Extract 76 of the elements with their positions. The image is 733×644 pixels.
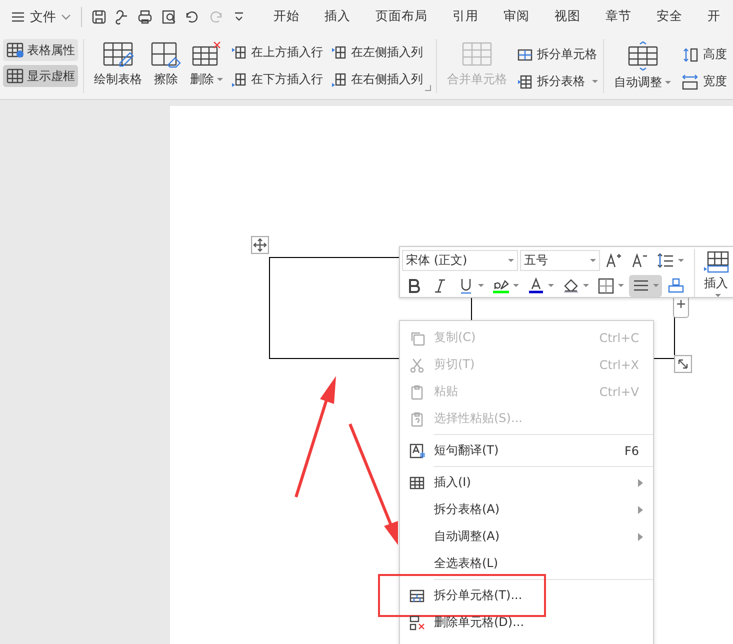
chevron-down-icon [61, 14, 71, 20]
font-color-icon [527, 277, 545, 294]
line-spacing-icon [657, 252, 675, 269]
width-icon [681, 74, 699, 90]
table-icon [461, 41, 493, 68]
save-icon [90, 8, 107, 24]
table-icon [409, 474, 425, 490]
menu-tab[interactable]: 开始 [260, 2, 312, 30]
draw-table-icon [102, 41, 134, 68]
ribbon-button[interactable]: 在左侧插入列 [331, 41, 423, 63]
ribbon-button[interactable]: 在上方插入行 [231, 41, 323, 63]
autofit-table-icon [626, 41, 658, 71]
undo-icon [184, 8, 200, 24]
highlight-icon [492, 277, 510, 294]
shrink-font-icon [631, 252, 649, 269]
plus-icon [676, 299, 686, 309]
insert-table-icon [703, 251, 729, 273]
ribbon-button[interactable]: 在右侧插入列 [331, 68, 423, 90]
translate-icon [409, 442, 425, 458]
copy-icon [409, 330, 425, 346]
menu-tab[interactable]: 插入 [312, 2, 363, 30]
add-column-button[interactable] [673, 296, 689, 318]
menu-icon [11, 10, 25, 22]
menu-tab[interactable]: 引用 [440, 2, 491, 30]
ribbon-button[interactable]: 拆分单元格 [517, 44, 598, 66]
menu-tab[interactable]: 页面布局 [362, 2, 440, 30]
insert-column-icon [331, 71, 347, 87]
ribbon-button[interactable]: 绘制表格 [90, 35, 146, 99]
font-dropdown[interactable]: 宋体 (正文) [402, 250, 518, 271]
scissors-icon [409, 356, 425, 372]
menu-tab[interactable]: 安全 [644, 2, 695, 30]
font-size-dropdown[interactable]: 五号 [520, 250, 600, 271]
menu-item[interactable]: 自动调整(A) [400, 523, 653, 550]
ribbon-button[interactable]: 拆分表格 [517, 70, 598, 92]
size-label: 高度 [703, 46, 727, 63]
menu-item[interactable]: 拆分单元格(T)... [400, 582, 653, 609]
autofit-button[interactable]: 自动调整 [610, 35, 675, 99]
print-icon [137, 8, 154, 24]
menu-item[interactable]: 短句翻译(T) F6 [400, 437, 653, 464]
height-icon [681, 46, 699, 62]
split-cells-icon [409, 588, 425, 604]
print-preview-icon [160, 8, 177, 24]
split-cells-icon [517, 46, 533, 62]
menu-item[interactable]: 插入(I) [400, 469, 653, 496]
insert-row-icon [231, 71, 247, 87]
grow-font-icon [605, 252, 623, 269]
move-icon [251, 236, 269, 254]
menu-tab[interactable]: 章节 [592, 2, 644, 30]
borders-icon [597, 277, 615, 294]
ribbon-toggle[interactable]: 显示虚框 [3, 65, 78, 87]
table-icon [6, 68, 24, 84]
menu-tab[interactable]: 审阅 [490, 2, 542, 30]
clipboard-icon [409, 384, 425, 400]
file-menu-button[interactable]: 文件 [8, 8, 77, 26]
menu-item[interactable]: 全选表格(L) [400, 550, 653, 577]
redo-icon [208, 8, 224, 24]
resize-icon [674, 355, 692, 373]
ribbon-button[interactable]: 删除 [186, 35, 227, 99]
size-label: 宽度 [703, 73, 727, 90]
delete-cells-icon [409, 614, 425, 630]
insert-row-icon [231, 44, 247, 60]
menu-item[interactable]: 删除单元格(D)... [400, 609, 653, 636]
align-button[interactable] [629, 274, 662, 296]
table-info-icon [6, 42, 24, 58]
insert-button[interactable]: 插入 [694, 249, 733, 297]
menu-tab[interactable]: 视图 [542, 2, 593, 30]
insert-column-icon [331, 44, 347, 60]
menu-tab[interactable]: 开 [694, 2, 733, 30]
ribbon-button[interactable]: 擦除 [146, 35, 186, 99]
ribbon-toggle[interactable]: 表格属性 [3, 39, 78, 61]
clipboard-icon [409, 410, 425, 426]
menu-item[interactable]: 拆分表格(A) [400, 496, 653, 523]
ribbon-button[interactable]: 在下方插入行 [231, 68, 323, 90]
shading-icon [562, 277, 580, 294]
delete-table-icon [190, 41, 222, 68]
split-table-icon [517, 74, 533, 90]
